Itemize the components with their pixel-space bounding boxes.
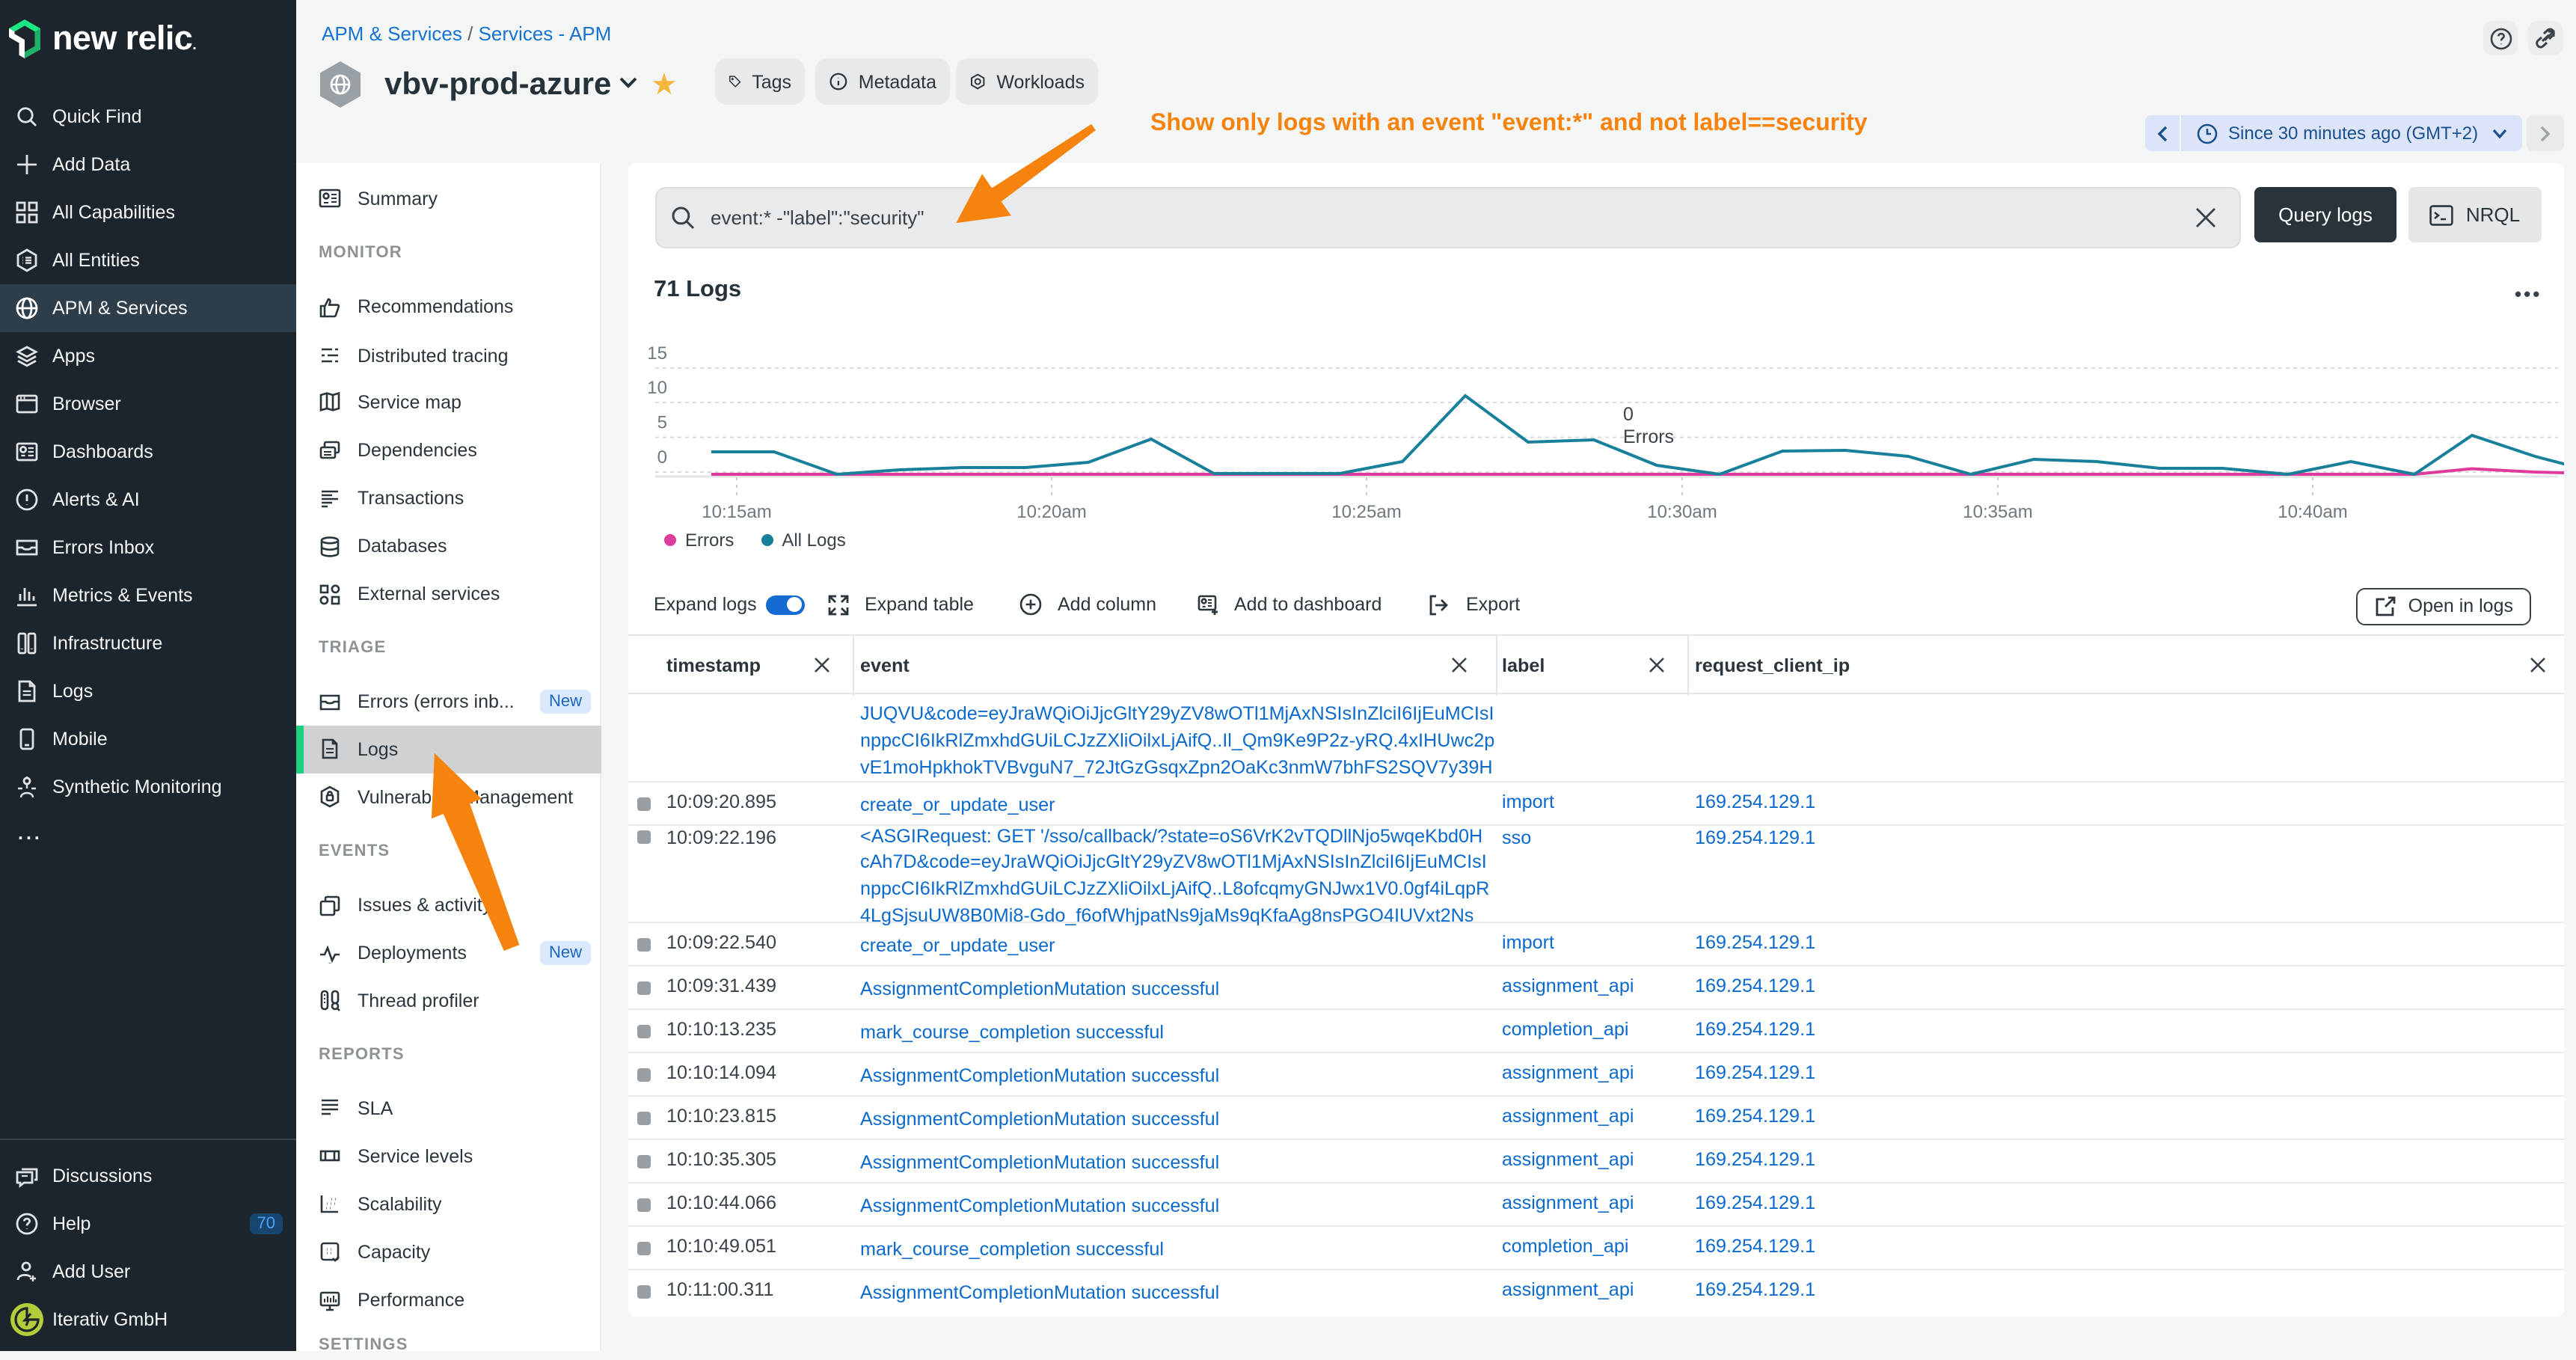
svg-text:10:30am: 10:30am xyxy=(1647,502,1717,522)
svg-text:10:25am: 10:25am xyxy=(1331,502,1401,522)
svg-text:10: 10 xyxy=(647,378,667,398)
svg-text:10:20am: 10:20am xyxy=(1016,502,1086,522)
svg-text:10:35am: 10:35am xyxy=(1963,502,2032,522)
svg-text:10:15am: 10:15am xyxy=(702,502,771,522)
svg-text:10:40am: 10:40am xyxy=(2278,502,2347,522)
svg-text:5: 5 xyxy=(657,413,667,433)
svg-text:15: 15 xyxy=(647,343,667,364)
svg-text:0: 0 xyxy=(657,447,667,468)
svg-text:0: 0 xyxy=(1623,404,1634,425)
svg-text:Errors: Errors xyxy=(1623,426,1674,447)
